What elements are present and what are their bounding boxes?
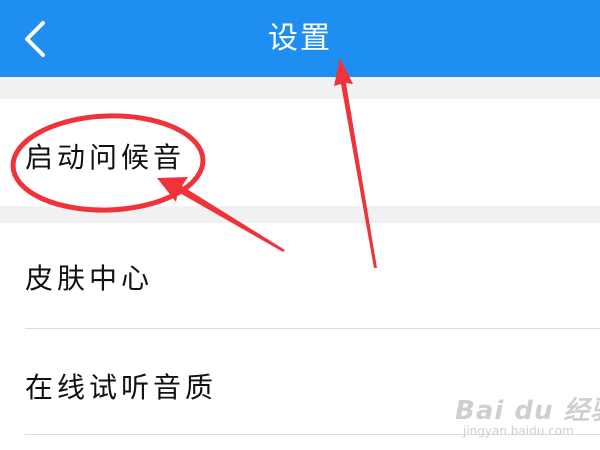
setting-label: 在线试听音质	[25, 371, 218, 404]
header-bar: 设置	[0, 0, 600, 77]
setting-skin-center[interactable]: 皮肤中心	[0, 223, 600, 328]
page-title: 设置	[268, 21, 332, 56]
section-gap	[0, 206, 600, 223]
setting-label: 皮肤中心	[25, 262, 154, 295]
setting-startup-greeting[interactable]: 启动问候音	[0, 99, 600, 206]
back-button[interactable]	[14, 14, 54, 64]
settings-page: 设置 启动问候音 皮肤中心 在线试听音质 Bai du 经验 jingyan.b…	[0, 0, 600, 450]
chevron-left-icon	[25, 21, 45, 57]
section-gap	[0, 77, 600, 99]
setting-label: 启动问候音	[25, 141, 186, 174]
divider	[25, 434, 600, 435]
setting-online-audio-quality[interactable]: 在线试听音质	[0, 329, 600, 434]
